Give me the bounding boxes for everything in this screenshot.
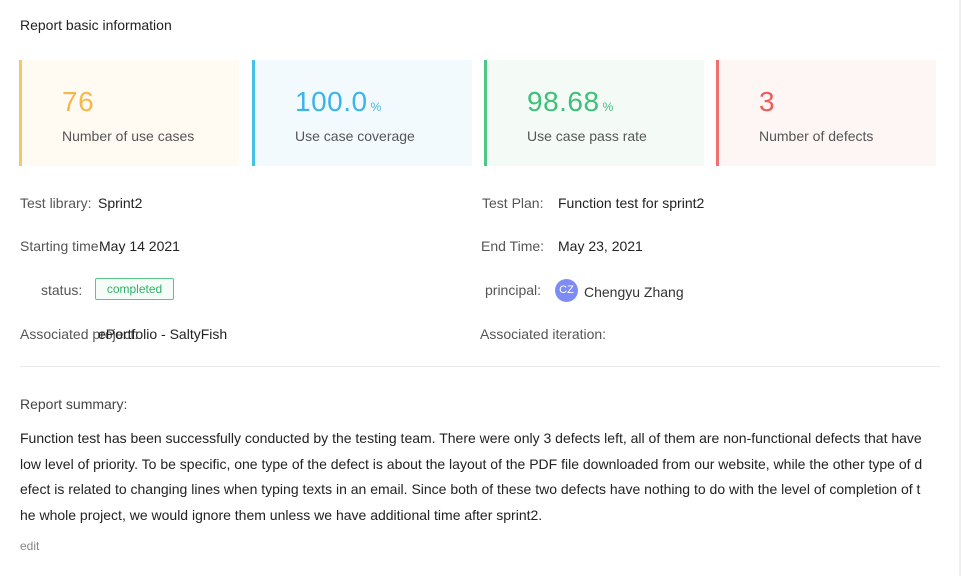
edit-button[interactable]: edit [20,539,39,553]
principal-field: principal: [485,282,541,298]
principal-name: Chengyu Zhang [584,284,684,300]
end-time-value: May 23, 2021 [558,238,643,254]
test-library-value: Sprint2 [98,195,143,211]
associated-iteration-value: -- [558,326,568,342]
stat-card-defects: 3 Number of defects [716,60,936,166]
test-plan-field: Test Plan: Function test for sprint2 [482,195,704,211]
principal-label: principal: [485,282,542,298]
avatar: CZ [555,279,578,302]
associated-project-field: Associated project: ePortfolio - SaltyFi… [20,326,227,342]
stat-value: 3 [759,86,776,117]
associated-project-value[interactable]: ePortfolio - SaltyFish [98,326,227,342]
status-badge: completed [95,278,174,300]
section-title: Report basic information [20,17,172,33]
stat-card-use-cases: 76 Number of use cases [19,60,239,166]
starting-time-value: May 14 2021 [99,238,180,254]
stat-value: 100.0% [295,86,382,117]
test-library-field: Test library: Sprint2 [20,195,142,211]
stat-card-pass-rate: 98.68% Use case pass rate [484,60,704,166]
stat-label: Use case pass rate [527,128,647,144]
status-field: status: [41,282,82,298]
summary-label: Report summary: [20,396,128,412]
associated-iteration-label: Associated iteration: [480,326,607,342]
stat-value: 76 [62,86,95,117]
stat-label: Number of defects [759,128,874,144]
starting-time-label: Starting time [20,238,99,254]
associated-iteration-field: Associated iteration: -- [480,326,606,342]
stat-label: Use case coverage [295,128,415,144]
stat-value: 98.68% [527,86,614,117]
stat-label: Number of use cases [62,128,195,144]
section-divider [20,366,940,367]
stat-card-coverage: 100.0% Use case coverage [252,60,472,166]
test-plan-label: Test Plan: [482,195,544,211]
end-time-field: End Time: May 23, 2021 [481,238,643,254]
status-label: status: [41,282,83,298]
end-time-label: End Time: [481,238,545,254]
summary-text: Function test has been successfully cond… [20,430,923,523]
stats-cards: 76 Number of use cases 100.0% Use case c… [19,60,941,166]
starting-time-field: Starting time May 14 2021 [20,238,180,254]
test-library-label: Test library: [20,195,92,211]
test-plan-value: Function test for sprint2 [558,195,705,211]
